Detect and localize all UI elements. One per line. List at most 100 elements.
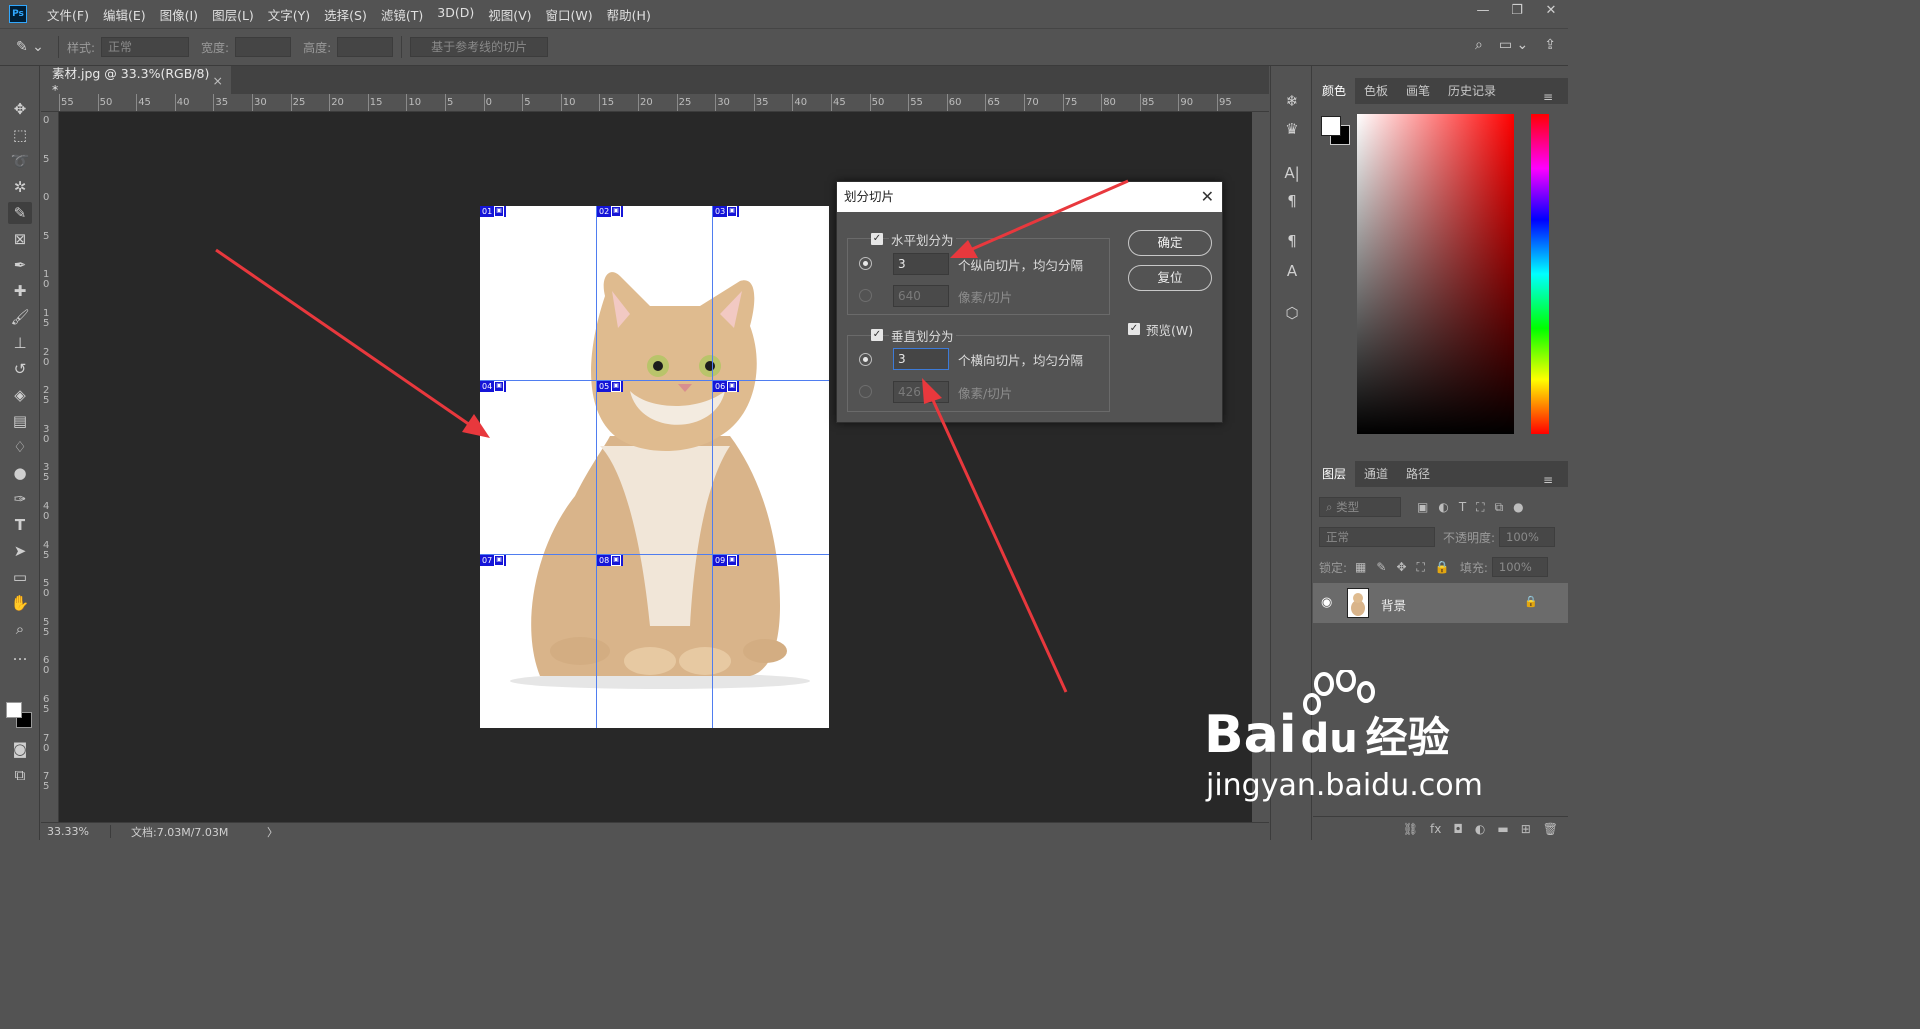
new-layer-icon[interactable]: ⊞ bbox=[1521, 822, 1531, 836]
search-icon[interactable]: ⌕ bbox=[1475, 37, 1483, 53]
preview-checkbox[interactable]: ✓ bbox=[1128, 323, 1140, 335]
share-icon[interactable]: ⇪ bbox=[1544, 37, 1556, 53]
frame-tool-icon[interactable]: ⊠ bbox=[8, 228, 32, 250]
filter-smart-icon[interactable]: ⧉ bbox=[1495, 500, 1504, 515]
move-tool-icon[interactable]: ✥ bbox=[8, 98, 32, 120]
history-brush-tool-icon[interactable]: ↺ bbox=[8, 358, 32, 380]
reset-button[interactable]: 复位 bbox=[1128, 265, 1212, 291]
height-input[interactable] bbox=[337, 37, 394, 57]
tab-brushes[interactable]: 画笔 bbox=[1397, 78, 1439, 104]
document-image[interactable]: 01 ▣ 02 ▣ 03 ▣ 04 ▣ 05 ▣ 06 ▣ 07 ▣ 08 ▣ 09 ▣ bbox=[480, 206, 829, 728]
menu-edit[interactable]: 编辑(E) bbox=[103, 5, 146, 24]
opacity-input[interactable]: 100% bbox=[1499, 527, 1556, 547]
slices-from-guides-button[interactable]: 基于参考线的切片 bbox=[410, 37, 549, 57]
filter-toggle-icon[interactable]: ● bbox=[1513, 500, 1523, 515]
panel-menu-icon[interactable]: ≡ bbox=[1534, 467, 1562, 493]
lock-transparent-icon[interactable]: ▦ bbox=[1355, 560, 1366, 575]
close-window-button[interactable]: ✕ bbox=[1534, 0, 1568, 22]
slice-label[interactable]: 04 ▣ bbox=[480, 381, 506, 392]
tab-channels[interactable]: 通道 bbox=[1355, 461, 1397, 487]
slice-label[interactable]: 05 ▣ bbox=[597, 381, 623, 392]
menu-help[interactable]: 帮助(H) bbox=[607, 5, 651, 24]
foreground-swatch[interactable] bbox=[1321, 116, 1341, 136]
blur-tool-icon[interactable]: ♢ bbox=[8, 436, 32, 458]
menu-view[interactable]: 视图(V) bbox=[488, 5, 531, 24]
slice-label[interactable]: 01 ▣ bbox=[480, 206, 506, 217]
horizontal-count-radio[interactable] bbox=[859, 257, 872, 270]
3d-panel-icon[interactable]: ⬡ bbox=[1281, 302, 1303, 324]
vertical-count-radio[interactable] bbox=[859, 353, 872, 366]
menu-file[interactable]: 文件(F) bbox=[47, 5, 89, 24]
restore-button[interactable]: ❐ bbox=[1500, 0, 1534, 22]
horizontal-divide-checkbox[interactable]: ✓ bbox=[871, 233, 883, 245]
type-tool-icon[interactable]: T bbox=[8, 514, 32, 536]
workspace-icon[interactable]: ▭ ⌄ bbox=[1499, 37, 1528, 53]
ok-button[interactable]: 确定 bbox=[1128, 230, 1212, 256]
slice-tool-icon[interactable]: ✎ bbox=[8, 202, 32, 224]
color-picker-field[interactable] bbox=[1357, 114, 1514, 434]
filter-adjustment-icon[interactable]: ◐ bbox=[1438, 500, 1448, 515]
visibility-eye-icon[interactable]: ◉ bbox=[1321, 595, 1332, 610]
slice-label[interactable]: 07 ▣ bbox=[480, 555, 506, 566]
character-styles-icon[interactable]: A bbox=[1281, 260, 1303, 282]
slice-tool-preset-icon[interactable]: ✎ ⌄ bbox=[16, 39, 50, 55]
delete-layer-icon[interactable]: 🗑 bbox=[1543, 822, 1558, 836]
zoom-tool-icon[interactable]: ⌕ bbox=[8, 618, 32, 640]
slice-label[interactable]: 06 ▣ bbox=[713, 381, 739, 392]
foreground-color-swatch[interactable] bbox=[6, 702, 22, 718]
menu-window[interactable]: 窗口(W) bbox=[546, 5, 593, 24]
learn-panel-icon[interactable]: ❄ bbox=[1281, 90, 1303, 112]
dodge-tool-icon[interactable]: ● bbox=[8, 462, 32, 484]
style-select[interactable]: 正常 bbox=[101, 37, 190, 57]
filter-shape-icon[interactable]: ⛶ bbox=[1476, 500, 1484, 515]
marquee-tool-icon[interactable]: ⬚ bbox=[8, 124, 32, 146]
zoom-level[interactable]: 33.33% bbox=[41, 825, 111, 838]
menu-image[interactable]: 图像(I) bbox=[160, 5, 198, 24]
character-panel-icon[interactable]: A| bbox=[1281, 162, 1303, 184]
tab-history[interactable]: 历史记录 bbox=[1439, 78, 1505, 104]
vertical-pixels-radio[interactable] bbox=[859, 385, 872, 398]
brush-tool-icon[interactable]: 🖌 bbox=[8, 306, 32, 328]
paragraph-styles-icon[interactable]: ¶ bbox=[1281, 230, 1303, 252]
menu-type[interactable]: 文字(Y) bbox=[268, 5, 310, 24]
menu-3d[interactable]: 3D(D) bbox=[437, 5, 474, 24]
filter-type-icon[interactable]: T bbox=[1459, 500, 1466, 515]
layer-item-background[interactable]: ◉ 背景 🔒 bbox=[1313, 583, 1568, 623]
adjustment-layer-icon[interactable]: ◐ bbox=[1475, 822, 1485, 836]
menu-filter[interactable]: 滤镜(T) bbox=[381, 5, 423, 24]
pen-tool-icon[interactable]: ✑ bbox=[8, 488, 32, 510]
slice-label[interactable]: 02 ▣ bbox=[597, 206, 623, 217]
layer-filter-select[interactable]: ⌕ 类型 bbox=[1319, 497, 1401, 517]
fill-input[interactable]: 100% bbox=[1491, 557, 1548, 577]
tab-swatches[interactable]: 色板 bbox=[1355, 78, 1397, 104]
eyedropper-tool-icon[interactable]: ✒ bbox=[8, 254, 32, 276]
horizontal-pixels-input[interactable]: 640 bbox=[893, 285, 949, 307]
menu-layer[interactable]: 图层(L) bbox=[212, 5, 254, 24]
horizontal-count-input[interactable]: 3 bbox=[893, 253, 949, 275]
add-mask-icon[interactable]: ◘ bbox=[1453, 822, 1463, 836]
filter-pixel-icon[interactable]: ▣ bbox=[1417, 500, 1428, 515]
blend-mode-select[interactable]: 正常 bbox=[1319, 527, 1435, 547]
paragraph-panel-icon[interactable]: ¶ bbox=[1281, 190, 1303, 212]
close-tab-icon[interactable]: × bbox=[213, 73, 223, 88]
layer-style-icon[interactable]: fx bbox=[1430, 822, 1441, 836]
slice-label[interactable]: 03 ▣ bbox=[713, 206, 739, 217]
gradient-tool-icon[interactable]: ▤ bbox=[8, 410, 32, 432]
link-layers-icon[interactable]: ⛓ bbox=[1403, 822, 1418, 836]
tab-color[interactable]: 颜色 bbox=[1313, 78, 1356, 104]
hue-slider[interactable] bbox=[1531, 114, 1549, 434]
vertical-pixels-input[interactable]: 426 bbox=[893, 381, 949, 403]
more-tools-icon[interactable]: … bbox=[8, 644, 32, 666]
minimize-button[interactable]: — bbox=[1466, 0, 1500, 22]
lock-paint-icon[interactable]: ✎ bbox=[1376, 560, 1386, 575]
tab-layers[interactable]: 图层 bbox=[1313, 461, 1356, 487]
rectangle-tool-icon[interactable]: ▭ bbox=[8, 566, 32, 588]
lasso-tool-icon[interactable]: ➰ bbox=[8, 150, 32, 172]
healing-brush-tool-icon[interactable]: ✚ bbox=[8, 280, 32, 302]
document-tab[interactable]: 素材.jpg @ 33.3%(RGB/8) * × bbox=[41, 66, 231, 97]
libraries-panel-icon[interactable]: ♛ bbox=[1281, 118, 1303, 140]
dialog-close-icon[interactable]: ✕ bbox=[1201, 182, 1214, 212]
status-menu-arrow[interactable]: 〉 bbox=[267, 824, 278, 840]
slice-label[interactable]: 08 ▣ bbox=[597, 555, 623, 566]
lock-all-icon[interactable]: 🔒 bbox=[1435, 560, 1450, 575]
